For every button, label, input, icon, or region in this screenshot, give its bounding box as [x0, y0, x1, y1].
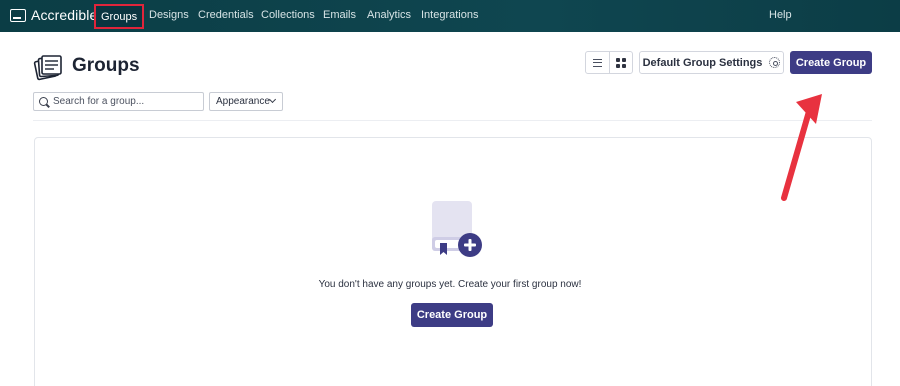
nav-item-collections[interactable]: Collections [261, 9, 315, 21]
default-group-settings-button[interactable]: Default Group Settings [639, 51, 784, 74]
chevron-down-icon [268, 95, 277, 104]
accredible-logo-icon [10, 8, 26, 22]
create-group-button[interactable]: Create Group [790, 51, 872, 74]
brand-name: Accredible [31, 7, 98, 23]
header-divider [33, 120, 872, 121]
empty-groups-illustration [432, 201, 482, 257]
brand-logo[interactable]: Accredible [10, 7, 97, 23]
list-view-button[interactable] [586, 52, 609, 73]
appearance-label: Appearance [216, 96, 270, 107]
nav-item-credentials[interactable]: Credentials [198, 9, 254, 21]
groups-stack-icon [33, 55, 62, 81]
empty-state-message: You don't have any groups yet. Create yo… [318, 279, 582, 290]
search-icon [39, 97, 48, 106]
grid-view-icon [615, 57, 626, 68]
grid-view-button[interactable] [608, 52, 633, 73]
list-view-icon [592, 58, 602, 67]
nav-item-integrations[interactable]: Integrations [421, 9, 478, 21]
page-title: Groups [72, 55, 140, 76]
appearance-dropdown[interactable]: Appearance [209, 92, 283, 111]
nav-item-emails[interactable]: Emails [323, 9, 356, 21]
nav-item-designs[interactable]: Designs [149, 9, 189, 21]
nav-help-link[interactable]: Help [769, 9, 792, 21]
groups-empty-card [34, 137, 872, 386]
view-toggle [585, 51, 633, 74]
gear-icon [769, 57, 781, 68]
nav-item-analytics[interactable]: Analytics [367, 9, 411, 21]
default-group-settings-label: Default Group Settings [642, 56, 763, 69]
create-group-empty-button[interactable]: Create Group [411, 303, 493, 327]
annotation-arrow [781, 94, 822, 201]
search-field [33, 92, 204, 111]
nav-item-groups[interactable]: Groups [94, 4, 145, 29]
top-navbar: Accredible Groups Designs Credentials Co… [0, 0, 900, 32]
search-input[interactable] [53, 96, 193, 107]
